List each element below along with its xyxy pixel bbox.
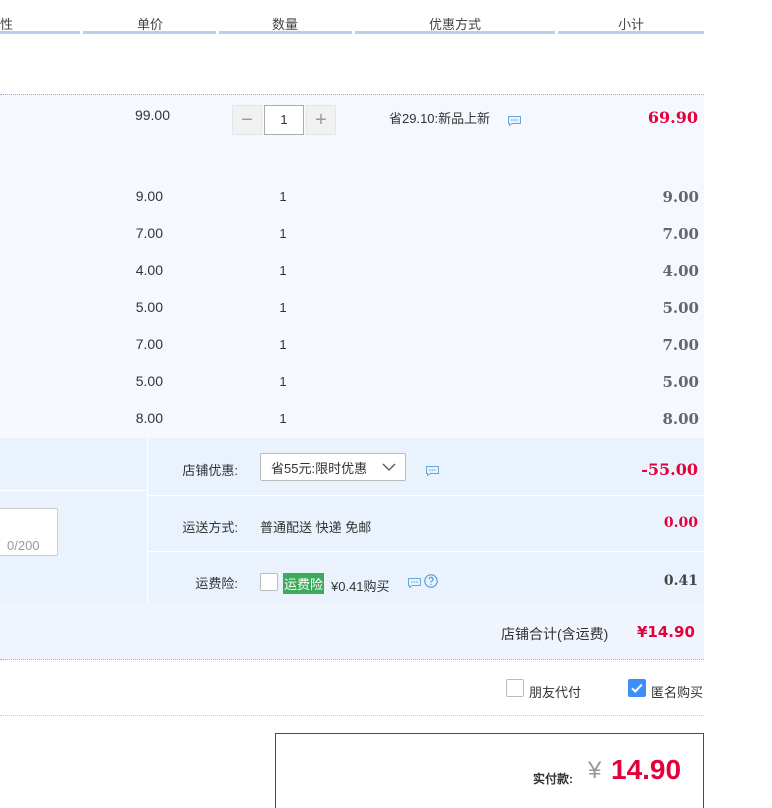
table-header: 性 单价 数量 优惠方式 小计 (0, 0, 704, 40)
item-price: 99.00 (134, 107, 170, 123)
table-row: 8.00 1 8.00 (0, 410, 704, 430)
item-qty: 1 (279, 411, 287, 426)
table-row: 9.00 1 9.00 (0, 188, 704, 208)
item-qty: 1 (279, 189, 287, 204)
table-row: 5.00 1 5.00 (0, 299, 704, 319)
header-underline (0, 31, 80, 34)
insurance-label: 运费险: (195, 576, 238, 591)
divider (0, 715, 704, 716)
shop-discount-select[interactable]: 省55元:限时优惠 (260, 453, 406, 481)
shop-discount-amount: -55.00 (641, 460, 698, 479)
item-price: 5.00 (135, 299, 163, 315)
chat-icon[interactable] (508, 114, 521, 129)
message-char-counter: 0/200 (7, 538, 40, 553)
panel-divider (0, 490, 148, 491)
chat-icon[interactable] (426, 464, 439, 479)
anonymous-label[interactable]: 匿名购买 (651, 682, 703, 701)
quantity-stepper: − 1 + (232, 105, 336, 135)
item-qty: 1 (279, 263, 287, 278)
anonymous-checkbox[interactable] (628, 679, 646, 697)
chat-icon[interactable] (408, 576, 421, 591)
item-subtotal: 7.00 (662, 336, 699, 354)
item-price: 8.00 (135, 410, 163, 426)
help-icon[interactable] (424, 574, 438, 591)
final-payment-box: 实付款: ¥ 14.90 (275, 733, 704, 808)
item-subtotal: 4.00 (662, 262, 699, 280)
item-qty: 1 (279, 374, 287, 389)
checkmark-icon (631, 683, 643, 693)
item-price: 9.00 (135, 188, 163, 204)
decrease-button[interactable]: − (232, 105, 262, 135)
item-qty: 1 (279, 337, 287, 352)
shipping-amount: 0.00 (663, 515, 698, 531)
friend-pay-label[interactable]: 朋友代付 (529, 682, 581, 701)
shipping-row: 运送方式: 普通配送 快递 免邮 0.00 (148, 496, 704, 552)
shop-total-bar: 店铺合计(含运费) ¥14.90 (0, 604, 704, 660)
item-promo: 省29.10:新品上新 (389, 111, 491, 126)
item-price: 7.00 (135, 225, 163, 241)
header-underline (219, 31, 352, 34)
table-row: 99.00 − 1 + 省29.10:新品上新 69.90 (0, 96, 704, 166)
insurance-tag: 运费险 (283, 573, 325, 594)
item-qty: 1 (279, 226, 287, 241)
item-subtotal: 69.90 (647, 108, 698, 127)
item-price: 5.00 (135, 373, 163, 389)
item-price: 7.00 (135, 336, 163, 352)
item-subtotal: 5.00 (662, 299, 699, 317)
shop-total-label: 店铺合计(含运费) (501, 626, 609, 642)
insurance-amount: 0.41 (663, 573, 698, 589)
item-subtotal: 7.00 (662, 225, 699, 243)
table-row: 7.00 1 7.00 (0, 336, 704, 356)
buyer-message-input[interactable]: 0/200 (0, 508, 58, 556)
item-price: 4.00 (135, 262, 163, 278)
header-underline (355, 31, 555, 34)
item-qty: 1 (279, 300, 287, 315)
friend-pay-checkbox[interactable] (506, 679, 524, 697)
shop-discount-label: 店铺优惠: (182, 463, 238, 478)
insurance-checkbox[interactable] (260, 573, 278, 591)
shipping-method: 普通配送 快递 免邮 (260, 520, 372, 535)
shop-discount-row: 店铺优惠: 省55元:限时优惠 -55.00 (148, 440, 704, 496)
chevron-down-icon (382, 460, 396, 475)
insurance-price: ¥0.41购买 (331, 579, 390, 594)
table-row: 7.00 1 7.00 (0, 225, 704, 245)
quantity-input[interactable]: 1 (264, 105, 304, 135)
item-subtotal: 8.00 (662, 410, 699, 428)
shop-total-value: ¥14.90 (637, 623, 695, 641)
final-payment-amount: 14.90 (611, 754, 682, 785)
header-underline (558, 31, 704, 34)
table-row: 5.00 1 5.00 (0, 373, 704, 393)
header-underline (83, 31, 216, 34)
insurance-row: 运费险: 运费险 ¥0.41购买 0.41 (148, 552, 704, 604)
shipping-label: 运送方式: (182, 520, 238, 535)
increase-button[interactable]: + (306, 105, 336, 135)
shop-discount-value: 省55元:限时优惠 (271, 460, 368, 476)
table-row: 4.00 1 4.00 (0, 262, 704, 282)
item-subtotal: 9.00 (662, 188, 699, 206)
item-subtotal: 5.00 (662, 373, 699, 391)
currency-symbol: ¥ (588, 757, 602, 784)
final-payment-label: 实付款: (533, 772, 573, 786)
